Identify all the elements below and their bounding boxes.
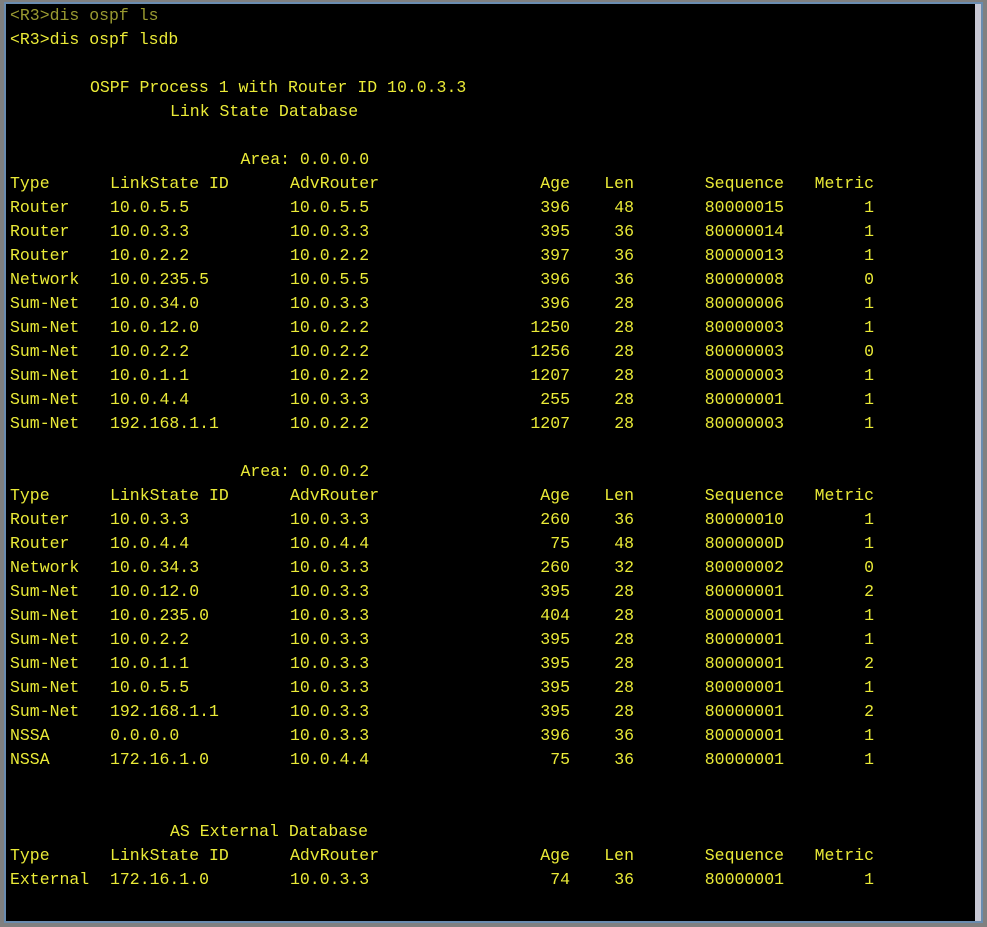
area-heading: Area: 0.0.0.0 (10, 148, 981, 172)
area-heading: Area: 0.0.0.2 (10, 460, 981, 484)
prompt: <R3> (10, 30, 50, 49)
table-row: NSSA0.0.0.010.0.3.339636800000011 (10, 724, 981, 748)
table-row: Sum-Net10.0.1.110.0.2.2120728800000031 (10, 364, 981, 388)
table-row: Sum-Net10.0.2.210.0.2.2125628800000030 (10, 340, 981, 364)
table-row: Sum-Net192.168.1.110.0.3.339528800000012 (10, 700, 981, 724)
table-row: Sum-Net10.0.2.210.0.3.339528800000011 (10, 628, 981, 652)
table-row: Sum-Net10.0.34.010.0.3.339628800000061 (10, 292, 981, 316)
table-header: TypeLinkState IDAdvRouterAgeLenSequenceM… (10, 844, 981, 868)
table-row: Router10.0.5.510.0.5.539648800000151 (10, 196, 981, 220)
table-row: Network10.0.34.310.0.3.326032800000020 (10, 556, 981, 580)
table-row: Sum-Net10.0.12.010.0.3.339528800000012 (10, 580, 981, 604)
table-header: TypeLinkState IDAdvRouterAgeLenSequenceM… (10, 484, 981, 508)
table-row: Router10.0.2.210.0.2.239736800000131 (10, 244, 981, 268)
table-row: Router10.0.3.310.0.3.326036800000101 (10, 508, 981, 532)
table-row: NSSA172.16.1.010.0.4.47536800000011 (10, 748, 981, 772)
table-header: TypeLinkState IDAdvRouterAgeLenSequenceM… (10, 172, 981, 196)
lsdb-header: Link State Database (10, 102, 358, 121)
table-row: Sum-Net10.0.12.010.0.2.2125028800000031 (10, 316, 981, 340)
command: dis ospf lsdb (50, 30, 179, 49)
end-prompt: <R3> (10, 918, 50, 923)
prev-prompt: <R3> (10, 6, 50, 25)
table-row: Sum-Net10.0.5.510.0.3.339528800000011 (10, 676, 981, 700)
areas-container: Area: 0.0.0.0TypeLinkState IDAdvRouterAg… (10, 124, 981, 772)
terminal-window[interactable]: <R3>dis ospf ls <R3>dis ospf lsdb OSPF P… (4, 2, 983, 923)
table-row: Network10.0.235.510.0.5.539636800000080 (10, 268, 981, 292)
table-row: Sum-Net192.168.1.110.0.2.212072880000003… (10, 412, 981, 436)
ospf-process-header: OSPF Process 1 with Router ID 10.0.3.3 (10, 78, 466, 97)
table-row: External172.16.1.010.0.3.37436800000011 (10, 868, 981, 892)
table-row: Sum-Net10.0.235.010.0.3.340428800000011 (10, 604, 981, 628)
table-row: Sum-Net10.0.1.110.0.3.339528800000012 (10, 652, 981, 676)
scrollbar[interactable] (975, 4, 981, 921)
external-container: TypeLinkState IDAdvRouterAgeLenSequenceM… (10, 844, 981, 892)
table-row: Router10.0.4.410.0.4.475488000000D1 (10, 532, 981, 556)
table-row: Router10.0.3.310.0.3.339536800000141 (10, 220, 981, 244)
terminal-output: <R3>dis ospf ls <R3>dis ospf lsdb OSPF P… (6, 4, 981, 923)
table-row: Sum-Net10.0.4.410.0.3.325528800000011 (10, 388, 981, 412)
prev-command: dis ospf ls (50, 6, 159, 25)
external-db-title: AS External Database (10, 822, 368, 841)
